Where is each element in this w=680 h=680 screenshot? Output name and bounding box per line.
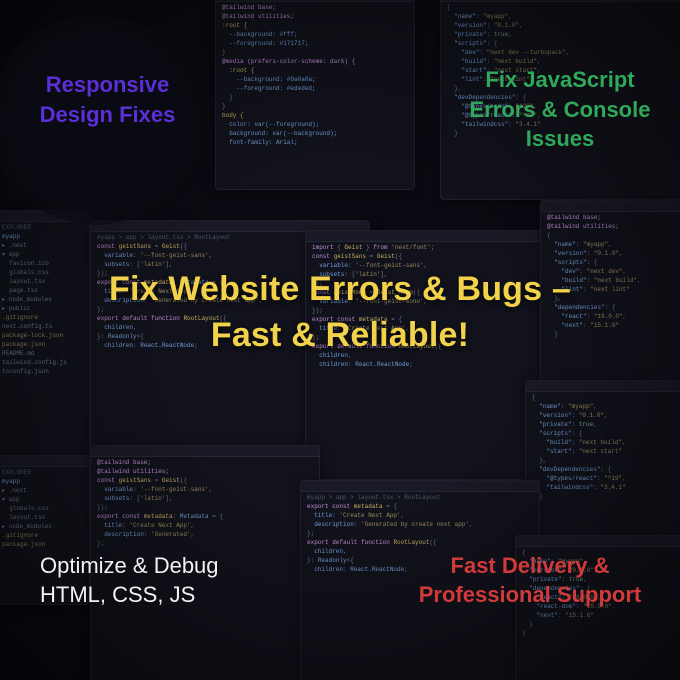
bg-editor-panel: @tailwind base; @tailwind utilities; con… (90, 445, 320, 680)
bg-editor-panel: { "name": "myapp", "version": "0.1.0", "… (515, 535, 680, 680)
bg-editor-panel: @tailwind base; @tailwind utilities; :ro… (215, 0, 415, 190)
bg-editor-panel: { "name": "myapp", "version": "0.1.0", "… (440, 0, 680, 200)
bg-editor-panel: myapp > app > layout.tsx > RootLayout ex… (300, 480, 540, 680)
promo-canvas: { "name": "myapp", "version": "0.1.0", "… (0, 0, 680, 680)
bg-explorer-panel: EXPLORER myapp ▸ .next ▾ app favicon.ico… (0, 210, 90, 460)
bg-editor-panel: { "name": "myapp", "version": "0.1.0", "… (525, 380, 680, 560)
dark-plate (0, 15, 200, 225)
bg-explorer-panel: EXPLORER myapp ▸ .next ▾ app globals.css… (0, 455, 90, 605)
bg-editor-panel: @tailwind base; @tailwind utilities; { "… (540, 200, 680, 400)
